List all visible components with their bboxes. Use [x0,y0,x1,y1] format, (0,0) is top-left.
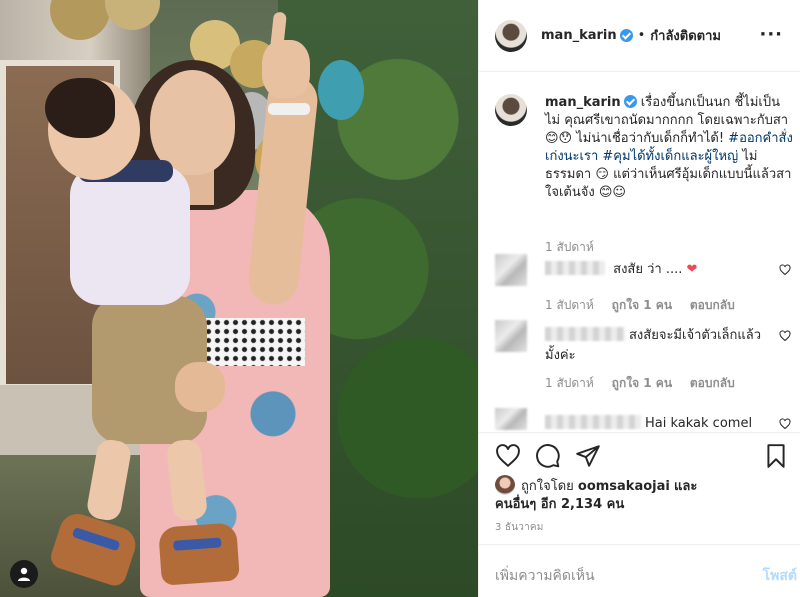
comment-likes[interactable]: ถูกใจ 1 คน [612,298,672,312]
avatar[interactable] [495,408,527,430]
balloon [318,60,364,120]
woman-polka-dot-belt [195,318,305,366]
post-comment-button[interactable]: โพสต์ [763,565,797,587]
caption-emoji: 😏 [595,167,609,182]
caption-username[interactable]: man_karin [545,95,621,110]
liked-by-others[interactable]: คนอื่นๆ อีก 2,134 คน [495,497,624,512]
add-comment-bar: เพิ่มความคิดเห็น โพสต์ [479,544,800,597]
user-icon [18,567,30,581]
reply-button[interactable]: ตอบกลับ [690,298,735,312]
heart-emoji: ❤ [686,262,698,277]
post-header: man_karin • กำลังติดตาม ··· [479,0,800,72]
separator-dot: • [637,28,646,43]
comment-body: Hai kakak comel [545,414,767,432]
save-bookmark-icon[interactable] [763,443,789,469]
avatar[interactable] [495,475,515,495]
following-button[interactable]: กำลังติดตาม [650,25,721,46]
more-options-icon[interactable]: ··· [759,24,783,45]
comment-username-redacted[interactable] [545,415,641,429]
baby-shoe [158,522,240,586]
comment-username-redacted[interactable] [545,327,625,341]
post-side-panel: man_karin • กำลังติดตาม ··· man_karin เร… [478,0,800,597]
share-paper-plane-icon[interactable] [575,443,601,469]
comments-list[interactable]: man_karin เรื่องขึ้นกเป็นนก ชี้ไม่เป็น ไ… [479,72,800,432]
comment-text: Hai kakak comel [645,416,753,431]
comment-time[interactable]: 1 สัปดาห์ [545,376,594,390]
baby-shirt [70,165,190,305]
liked-by-prefix: ถูกใจโดย [521,479,574,494]
hashtag-link[interactable]: #คุมได้ทั้งเด็กและผู้ใหญ่ [602,149,738,164]
woman-holding-hand [175,362,225,412]
woman-pointing-hand [262,40,310,98]
avatar[interactable] [495,94,527,126]
like-comment-heart-icon[interactable] [779,264,791,276]
tagged-users-button[interactable] [10,560,38,588]
like-comment-heart-icon[interactable] [779,330,791,342]
post-author-username[interactable]: man_karin [541,28,617,43]
comment-body: สงสัย ว่า .... ❤ [545,260,767,280]
baby-hair [45,78,115,138]
comment-bubble-icon[interactable] [535,443,561,469]
caption-emoji: 😊☺ [598,185,626,200]
post-date[interactable]: 3 ธันวาคม [495,520,544,535]
caption-emoji: 😊😯 [545,131,573,146]
post-photo[interactable] [0,0,478,597]
comment-meta: 1 สัปดาห์ ถูกใจ 1 คน ตอบกลับ [545,296,749,315]
verified-badge-icon [623,95,637,108]
comment-body: สงสัยจะมีเจ้าตัวเล็กแล้วมั้งค่ะ [545,326,767,366]
liked-by-and: และ [673,479,698,494]
comment-meta: 1 สัปดาห์ ถูกใจ 1 คน ตอบกลับ [545,374,749,393]
avatar[interactable] [495,254,527,286]
comment-time[interactable]: 1 สัปดาห์ [545,298,594,312]
verified-badge-icon [619,29,633,42]
caption-timestamp[interactable]: 1 สัปดาห์ [545,238,594,257]
comment-likes[interactable]: ถูกใจ 1 คน [612,376,672,390]
caption-text: man_karin เรื่องขึ้นกเป็นนก ชี้ไม่เป็น ไ… [545,94,793,202]
comment-text: สงสัย ว่า .... [613,262,683,277]
like-heart-icon[interactable] [495,443,521,469]
likes-summary: ถูกใจโดย oomsakaojai และ คนอื่นๆ อีก 2,1… [495,475,795,514]
reply-button[interactable]: ตอบกลับ [690,376,735,390]
woman-watch [268,103,310,115]
like-comment-heart-icon[interactable] [779,418,791,430]
avatar[interactable] [495,19,527,52]
liked-by-user[interactable]: oomsakaojai [578,479,670,494]
add-comment-input[interactable]: เพิ่มความคิดเห็น [495,565,595,587]
comment-username-redacted[interactable] [545,261,605,275]
avatar[interactable] [495,320,527,352]
caption-part: ไม่น่าเชื่อว่ากับเด็กก็ทำได้! [576,131,725,146]
